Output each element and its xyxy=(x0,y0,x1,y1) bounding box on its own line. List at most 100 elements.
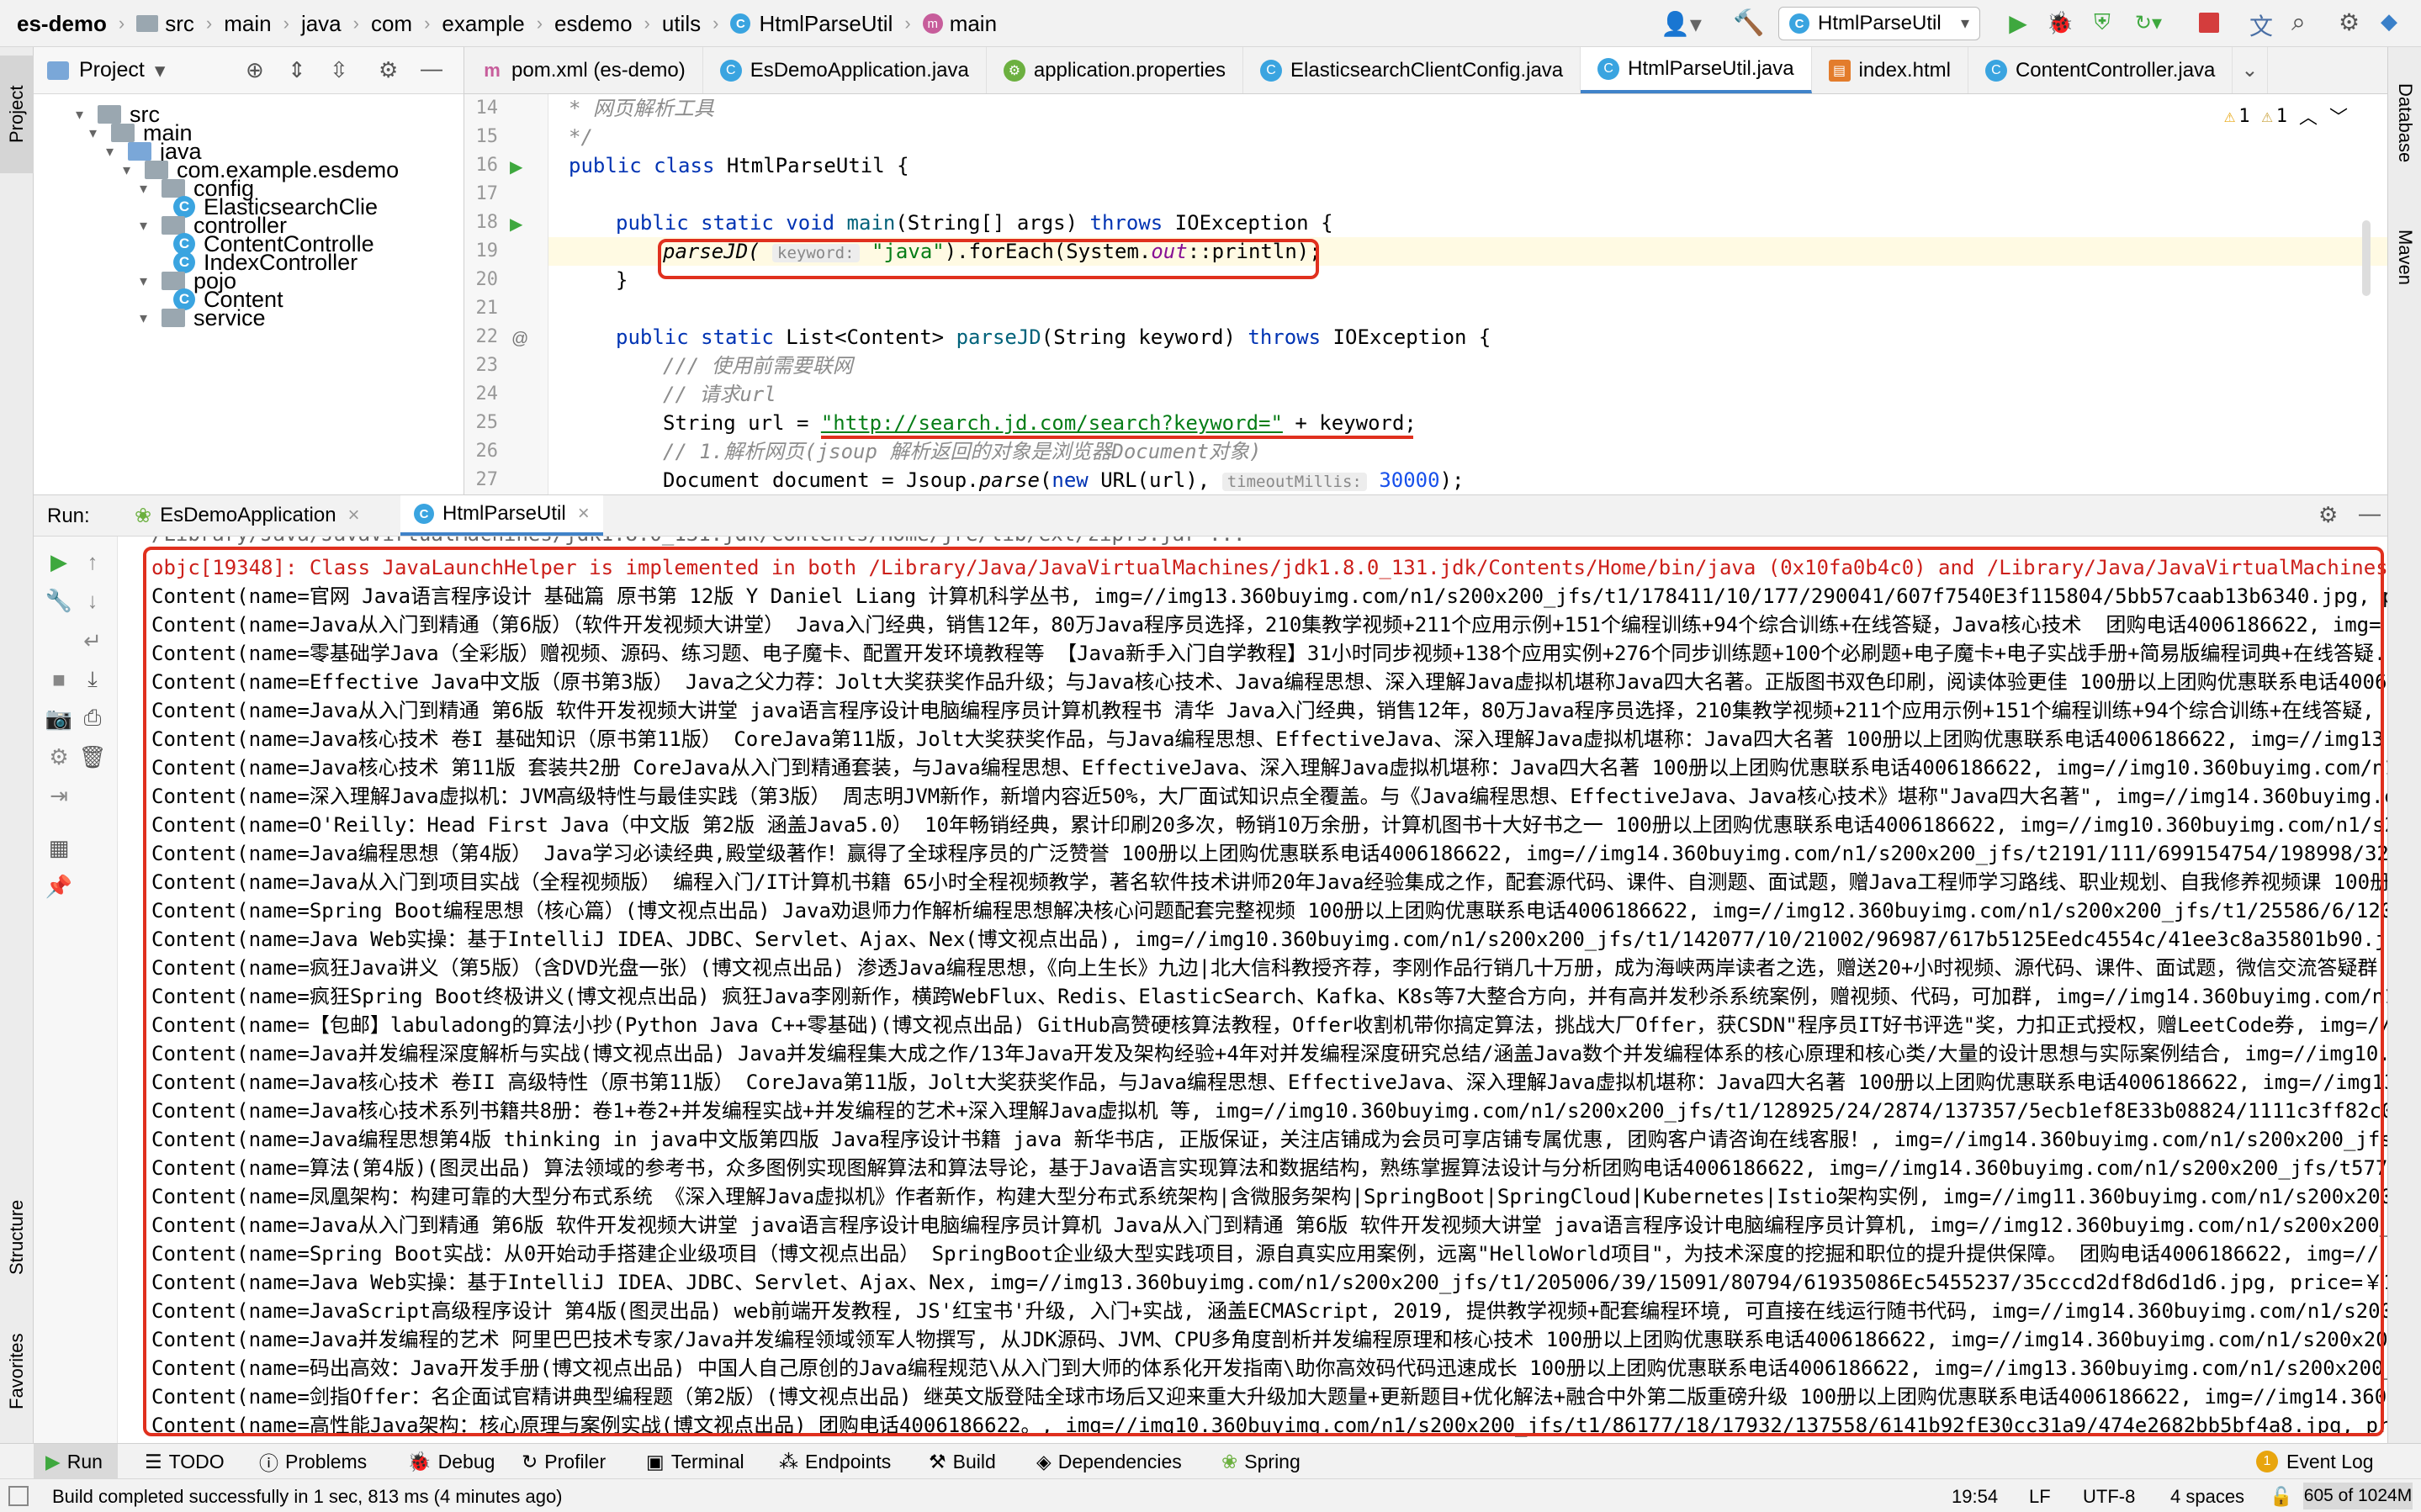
stop-icon[interactable]: ■ xyxy=(42,663,76,696)
tab-application-properties[interactable]: ⚙ application.properties xyxy=(987,47,1243,93)
endpoints-icon: ⁂ xyxy=(779,1450,798,1472)
structure-tool-tab[interactable]: Structure xyxy=(0,1166,34,1308)
arrow-down-icon[interactable]: ↓ xyxy=(76,584,109,617)
database-tool-tab[interactable]: Database xyxy=(2388,56,2421,190)
search-icon[interactable]: ⌕ xyxy=(2291,8,2306,37)
close-icon[interactable]: × xyxy=(578,502,590,526)
crumb-esdemo[interactable]: esdemo xyxy=(554,11,633,37)
tab-profiler[interactable]: ↻ Profiler xyxy=(522,1444,606,1479)
code-line-18: public static void main(String[] args) t… xyxy=(616,211,1333,235)
build-hammer-icon[interactable]: 🔨 xyxy=(1733,8,1764,38)
tab-endpoints[interactable]: ⁂ Endpoints xyxy=(779,1444,891,1479)
run-gutter-icon[interactable]: ▶ xyxy=(510,156,522,177)
crumb-src[interactable]: src xyxy=(165,11,194,37)
pin-icon[interactable]: 📌 xyxy=(42,870,76,903)
tab-terminal[interactable]: ▣ Terminal xyxy=(646,1444,744,1479)
crumb-example[interactable]: example xyxy=(442,11,524,37)
tab-overflow[interactable]: ⌄ xyxy=(2233,47,2268,93)
user-icon[interactable]: 👤▾ xyxy=(1661,10,1702,38)
hide-icon[interactable]: — xyxy=(2359,500,2381,526)
package-icon xyxy=(162,309,185,327)
project-tool-tab[interactable]: Project xyxy=(0,56,34,173)
tab-todo[interactable]: ☰ TODO xyxy=(145,1444,225,1479)
tab-pom-xml[interactable]: m pom.xml (es-demo) xyxy=(464,47,703,93)
tab-content-controller[interactable]: C ContentController.java xyxy=(1968,47,2233,93)
tab-esdemo-application[interactable]: C EsDemoApplication.java xyxy=(703,47,987,93)
tab-elasticsearch-client-config[interactable]: C ElasticsearchClientConfig.java xyxy=(1243,47,1581,93)
trash-icon[interactable]: 🗑 xyxy=(76,740,109,774)
debug-icon[interactable]: 🐞 xyxy=(2047,10,2074,35)
chevron-down-icon[interactable]: ﹀ xyxy=(2329,103,2348,130)
inspection-widget[interactable]: ⚠ 1 ⚠ 1 ︿ ﹀ xyxy=(2224,103,2348,130)
project-view-icon xyxy=(47,61,69,80)
locate-icon[interactable]: ⊕ xyxy=(246,57,264,83)
tab-build[interactable]: ⚒ Build xyxy=(929,1444,996,1479)
tab-problems[interactable]: ⓘ Problems xyxy=(259,1444,367,1479)
run-tab-html-parse-util[interactable]: C HtmlParseUtil × xyxy=(400,495,603,536)
collapse-all-icon[interactable]: ⇳ xyxy=(330,57,348,83)
camera-icon[interactable]: 📷 xyxy=(42,701,76,735)
tree-item-service[interactable]: ▾ service xyxy=(140,301,266,335)
status-message[interactable]: Build completed successfully in 1 sec, 8… xyxy=(52,1486,563,1508)
crumb-class[interactable]: HtmlParseUtil xyxy=(759,11,893,37)
line-number: 27 xyxy=(475,469,499,490)
run-gutter-icon[interactable]: ▶ xyxy=(510,214,522,235)
arrow-up-icon[interactable]: ↑ xyxy=(76,545,109,579)
tab-spring[interactable]: ❀ Spring xyxy=(1221,1444,1301,1479)
run-panel-header: Run: ❀ EsDemoApplication × C HtmlParseUtil ×… xyxy=(34,494,2387,537)
memory-indicator[interactable]: 605 of 1024M xyxy=(2303,1483,2413,1509)
line-number: 26 xyxy=(475,441,499,462)
crumb-main[interactable]: main xyxy=(224,11,271,37)
editor-scrollbar[interactable] xyxy=(2362,220,2371,296)
maven-tool-tab[interactable]: Maven xyxy=(2388,203,2421,312)
favorites-tool-tab[interactable]: Favorites xyxy=(0,1308,34,1435)
lock-icon[interactable]: 🔓 xyxy=(2270,1486,2292,1508)
tab-index-html[interactable]: ▤ index.html xyxy=(1812,47,1968,93)
tab-html-parse-util[interactable]: C HtmlParseUtil.java xyxy=(1581,47,1812,93)
run-configuration-select[interactable]: C HtmlParseUtil ▾ xyxy=(1778,7,1980,40)
coverage-icon[interactable]: ⛨ xyxy=(2090,9,2115,35)
chevron-down-icon[interactable]: ▾ xyxy=(155,58,166,83)
crumb-java[interactable]: java xyxy=(301,11,342,37)
settings-gear-icon[interactable]: ⚙ xyxy=(2339,8,2360,36)
ide-features-icon[interactable]: ◆ xyxy=(2381,8,2397,34)
gear-icon[interactable]: ⚙ xyxy=(2318,502,2338,528)
caret-position[interactable]: 19:54 xyxy=(1952,1486,1998,1508)
crumb-method[interactable]: main xyxy=(950,11,997,37)
translate-icon[interactable]: 文 xyxy=(2249,8,2273,42)
wrench-icon[interactable]: 🔧 xyxy=(42,584,76,617)
close-icon[interactable]: × xyxy=(348,504,360,527)
layout-icon[interactable]: ▦ xyxy=(42,831,76,864)
indent-setting[interactable]: 4 spaces xyxy=(2170,1486,2244,1508)
stop-icon[interactable] xyxy=(2199,13,2219,33)
soft-wrap-icon[interactable]: ↵ xyxy=(76,624,109,658)
tab-debug[interactable]: 🐞 Debug xyxy=(407,1444,495,1479)
crumb-com[interactable]: com xyxy=(371,11,412,37)
tab-event-log[interactable]: 1 Event Log xyxy=(2256,1444,2374,1479)
line-separator[interactable]: LF xyxy=(2029,1486,2051,1508)
hide-icon[interactable]: — xyxy=(421,56,442,82)
warning-icon: ⚠ xyxy=(2224,105,2236,127)
chevron-up-icon[interactable]: ︿ xyxy=(2299,103,2318,130)
console-output[interactable]: /Library/Java/JavaVirtualMachines/jdk1.8… xyxy=(118,537,2387,1443)
expand-all-icon[interactable]: ⇕ xyxy=(288,57,306,83)
run-icon[interactable]: ▶ xyxy=(2005,10,2031,36)
project-panel-title[interactable]: Project xyxy=(79,58,145,82)
run-tab-esdemo-application[interactable]: ❀ EsDemoApplication × xyxy=(121,495,373,536)
file-encoding[interactable]: UTF-8 xyxy=(2083,1486,2135,1508)
tab-dependencies[interactable]: ◈ Dependencies xyxy=(1036,1444,1182,1479)
crumb-project[interactable]: es-demo xyxy=(17,11,107,37)
chevron-right-icon: › xyxy=(352,13,359,34)
exit-icon[interactable]: ⇥ xyxy=(42,779,76,812)
dump-threads-icon[interactable]: ⚙ xyxy=(42,740,76,774)
print-icon[interactable]: ⎙ xyxy=(76,701,109,735)
profile-icon[interactable]: ↻▾ xyxy=(2132,10,2165,35)
chevron-down-icon: ⌄ xyxy=(2241,59,2259,82)
crumb-utils[interactable]: utils xyxy=(662,11,701,37)
rerun-icon[interactable]: ▶ xyxy=(42,545,76,579)
toggle-tool-windows-icon[interactable] xyxy=(8,1486,29,1506)
tab-run[interactable]: ▶ Run xyxy=(34,1444,118,1479)
scroll-to-end-icon[interactable]: ⤓ xyxy=(76,663,109,696)
gear-icon[interactable]: ⚙ xyxy=(379,57,398,83)
code-editor[interactable]: * 网页解析工具 */ public class HtmlParseUtil {… xyxy=(548,94,2387,494)
